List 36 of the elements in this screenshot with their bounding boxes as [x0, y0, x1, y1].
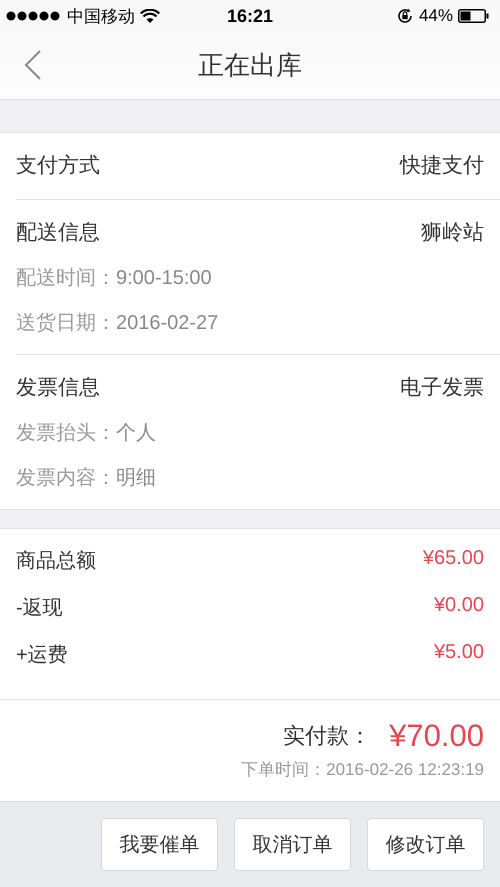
amount-label: 商品总额 [16, 549, 96, 574]
detail-label: 发票抬头： [16, 421, 116, 446]
detail-label: 配送时间： [16, 266, 116, 291]
section-value: 电子发票 [400, 375, 484, 401]
detail-value: 2016-02-27 [116, 312, 218, 335]
detail-label: 发票内容： [16, 466, 116, 491]
detail-value: 个人 [116, 421, 156, 446]
section-label: 支付方式 [16, 153, 100, 179]
amount-value: ¥65.00 [422, 547, 484, 571]
section-label: 发票信息 [16, 375, 100, 401]
action-button[interactable]: 修改订单 [367, 818, 484, 871]
total-label: 实付款： [283, 722, 372, 750]
signal-icon [6, 11, 62, 21]
action-button[interactable]: 取消订单 [234, 818, 351, 871]
amount-label: +运费 [16, 643, 68, 668]
order-time: 下单时间：2016-02-26 12:23:19 [241, 759, 484, 781]
wifi-icon [140, 8, 160, 24]
detail-label: 送货日期： [16, 311, 116, 336]
section-label: 配送信息 [16, 220, 100, 246]
status-time: 16:21 [226, 6, 274, 26]
detail-value: 9:00-15:00 [116, 267, 212, 290]
battery-percent: 44% [418, 6, 453, 26]
rotation-lock-icon [396, 7, 414, 25]
carrier-name: 中国移动 [67, 6, 135, 28]
action-button[interactable]: 我要催单 [101, 818, 218, 871]
section-value: 快捷支付 [400, 153, 484, 179]
amount-value: ¥0.00 [434, 594, 484, 618]
detail-value: 明细 [116, 466, 156, 491]
battery-icon [458, 9, 490, 23]
section-value: 狮岭站 [421, 220, 484, 246]
amount-label: -返现 [16, 596, 63, 621]
page-title: 正在出库 [198, 49, 302, 82]
back-button[interactable] [24, 49, 42, 81]
amount-value: ¥5.00 [434, 641, 484, 665]
chevron-left-icon [24, 49, 42, 81]
total-amount: ¥70.00 [389, 718, 484, 754]
